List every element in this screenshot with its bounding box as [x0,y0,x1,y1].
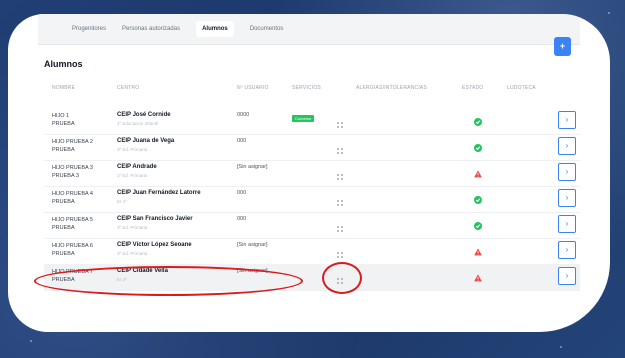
student-name-line2: PRUEBA [52,147,75,153]
sparkle [560,346,562,348]
column-header-servicios: SERVICIOS [292,85,321,91]
check-circle-icon [474,139,482,152]
student-name-line2: PRUEBA [52,199,75,205]
student-name: HIJO PRUEBA 4 PRUEBA [52,190,93,206]
student-name: HIJO PRUEBA 6 PRUEBA [52,242,93,258]
grid-dots-icon[interactable] [337,168,344,180]
student-name-line1: HIJO PRUEBA 6 [52,243,93,249]
service-badge: Comedor [292,115,315,122]
school-name: CEIP San Francisco Javier [117,216,193,222]
school-course: 3º Ed. Primaria [117,147,148,152]
warning-triangle-icon [474,269,482,282]
user-number: 000 [237,190,247,196]
student-name: HIJO PRUEBA 3 PRUEBA 3 [52,164,93,180]
chevron-right-icon: › [565,245,569,254]
plus-icon: + [559,41,566,51]
warning-triangle-icon [474,243,482,256]
row-action-button[interactable]: › [558,137,576,155]
column-header-nombre: NOMBRE [52,85,76,91]
table-row[interactable]: HIJO PRUEBA 3 PRUEBA 3 CEIP Andrade 1º Ed. … [44,160,580,187]
column-header-estado: ESTADO [462,85,484,91]
tab-alumnos[interactable]: Alumnos [196,21,234,37]
student-name: HIJO PRUEBA 5 PRUEBA [52,216,93,232]
row-action-button[interactable]: › [558,267,576,285]
user-number: 000 [237,216,247,222]
grid-dots-icon[interactable] [337,194,344,206]
column-header-usuario: Nº USUARIO [237,85,269,91]
school-name: CEIP Andrade [117,164,157,170]
warning-triangle-icon [474,165,482,178]
student-name-line2: PRUEBA [52,121,75,127]
check-circle-icon [474,191,482,204]
tab-documentos[interactable]: Documentos [250,26,284,32]
student-name: HIJO 1 PRUEBA [52,112,75,128]
annotation-circle-allergy-icon [322,262,362,294]
tab-progenitores[interactable]: Progenitores [72,26,106,32]
school-course: 3º Ed. Primaria [117,251,148,256]
grid-dots-icon[interactable] [337,220,344,232]
student-name-line1: HIJO PRUEBA 5 [52,217,93,223]
chevron-right-icon: › [565,193,569,202]
check-circle-icon [474,113,482,126]
table-row[interactable]: HIJO 1 PRUEBA CEIP José Cornide 4º Educació… [44,108,580,135]
school-course: 4º Educación Infantil [117,121,158,126]
annotation-circle-student [34,266,303,296]
add-alumno-button[interactable]: + [554,37,571,56]
row-action-button[interactable]: › [558,163,576,181]
school-name: CEIP Juana de Vega [117,138,175,144]
chevron-right-icon: › [565,115,569,124]
table-row[interactable]: HIJO PRUEBA 4 PRUEBA CEIP Juan Fernández L… [44,186,580,213]
student-name: HIJO PRUEBA 2 PRUEBA [52,138,93,154]
user-number: [Sin asignar] [237,242,268,248]
row-action-button[interactable]: › [558,241,576,259]
column-header-centro: CENTRO [117,85,140,91]
table-row[interactable]: HIJO PRUEBA 5 PRUEBA CEIP San Francisco Ja… [44,212,580,239]
student-name-line1: HIJO PRUEBA 2 [52,139,93,145]
chevron-right-icon: › [565,219,569,228]
table-row[interactable]: HIJO PRUEBA 2 PRUEBA CEIP Juana de Vega 3º … [44,134,580,161]
chevron-right-icon: › [565,141,569,150]
grid-dots-icon[interactable] [337,116,344,128]
student-name-line2: PRUEBA [52,251,75,257]
table-row[interactable]: HIJO PRUEBA 6 PRUEBA CEIP Víctor López Seo… [44,238,580,265]
row-action-button[interactable]: › [558,111,576,129]
tab-bar: Progenitores Personas autorizadas Alumno… [38,14,580,45]
school-name: CEIP José Cornide [117,112,171,118]
grid-dots-icon[interactable] [337,142,344,154]
user-number: 0000 [237,112,250,118]
column-header-alergias: ALERGIAS/INTOLERANCIAS [356,85,427,91]
sparkle [30,340,32,342]
row-action-button[interactable]: › [558,215,576,233]
chevron-right-icon: › [565,167,569,176]
check-circle-icon [474,217,482,230]
school-course: EI 4º [117,199,127,204]
tab-personas-autorizadas[interactable]: Personas autorizadas [122,26,180,32]
school-course: 3º Ed. Primaria [117,225,148,230]
student-name-line1: HIJO 1 [52,113,70,119]
column-header-ludoteca: LUDOTECA [507,85,536,91]
student-name-line1: HIJO PRUEBA 4 [52,191,93,197]
user-number: [Sin asignar] [237,164,268,170]
school-name: CEIP Juan Fernández Latorre [117,190,201,196]
grid-dots-icon[interactable] [337,246,344,258]
row-action-button[interactable]: › [558,189,576,207]
student-name-line1: HIJO PRUEBA 3 [52,165,93,171]
student-name-line2: PRUEBA 3 [52,173,79,179]
page-title: Alumnos [44,59,83,69]
chevron-right-icon: › [565,271,569,280]
sparkle [608,12,610,14]
school-name: CEIP Víctor López Seoane [117,242,192,248]
user-number: 000 [237,138,247,144]
school-course: 1º Ed. Primaria [117,173,148,178]
student-name-line2: PRUEBA [52,225,75,231]
